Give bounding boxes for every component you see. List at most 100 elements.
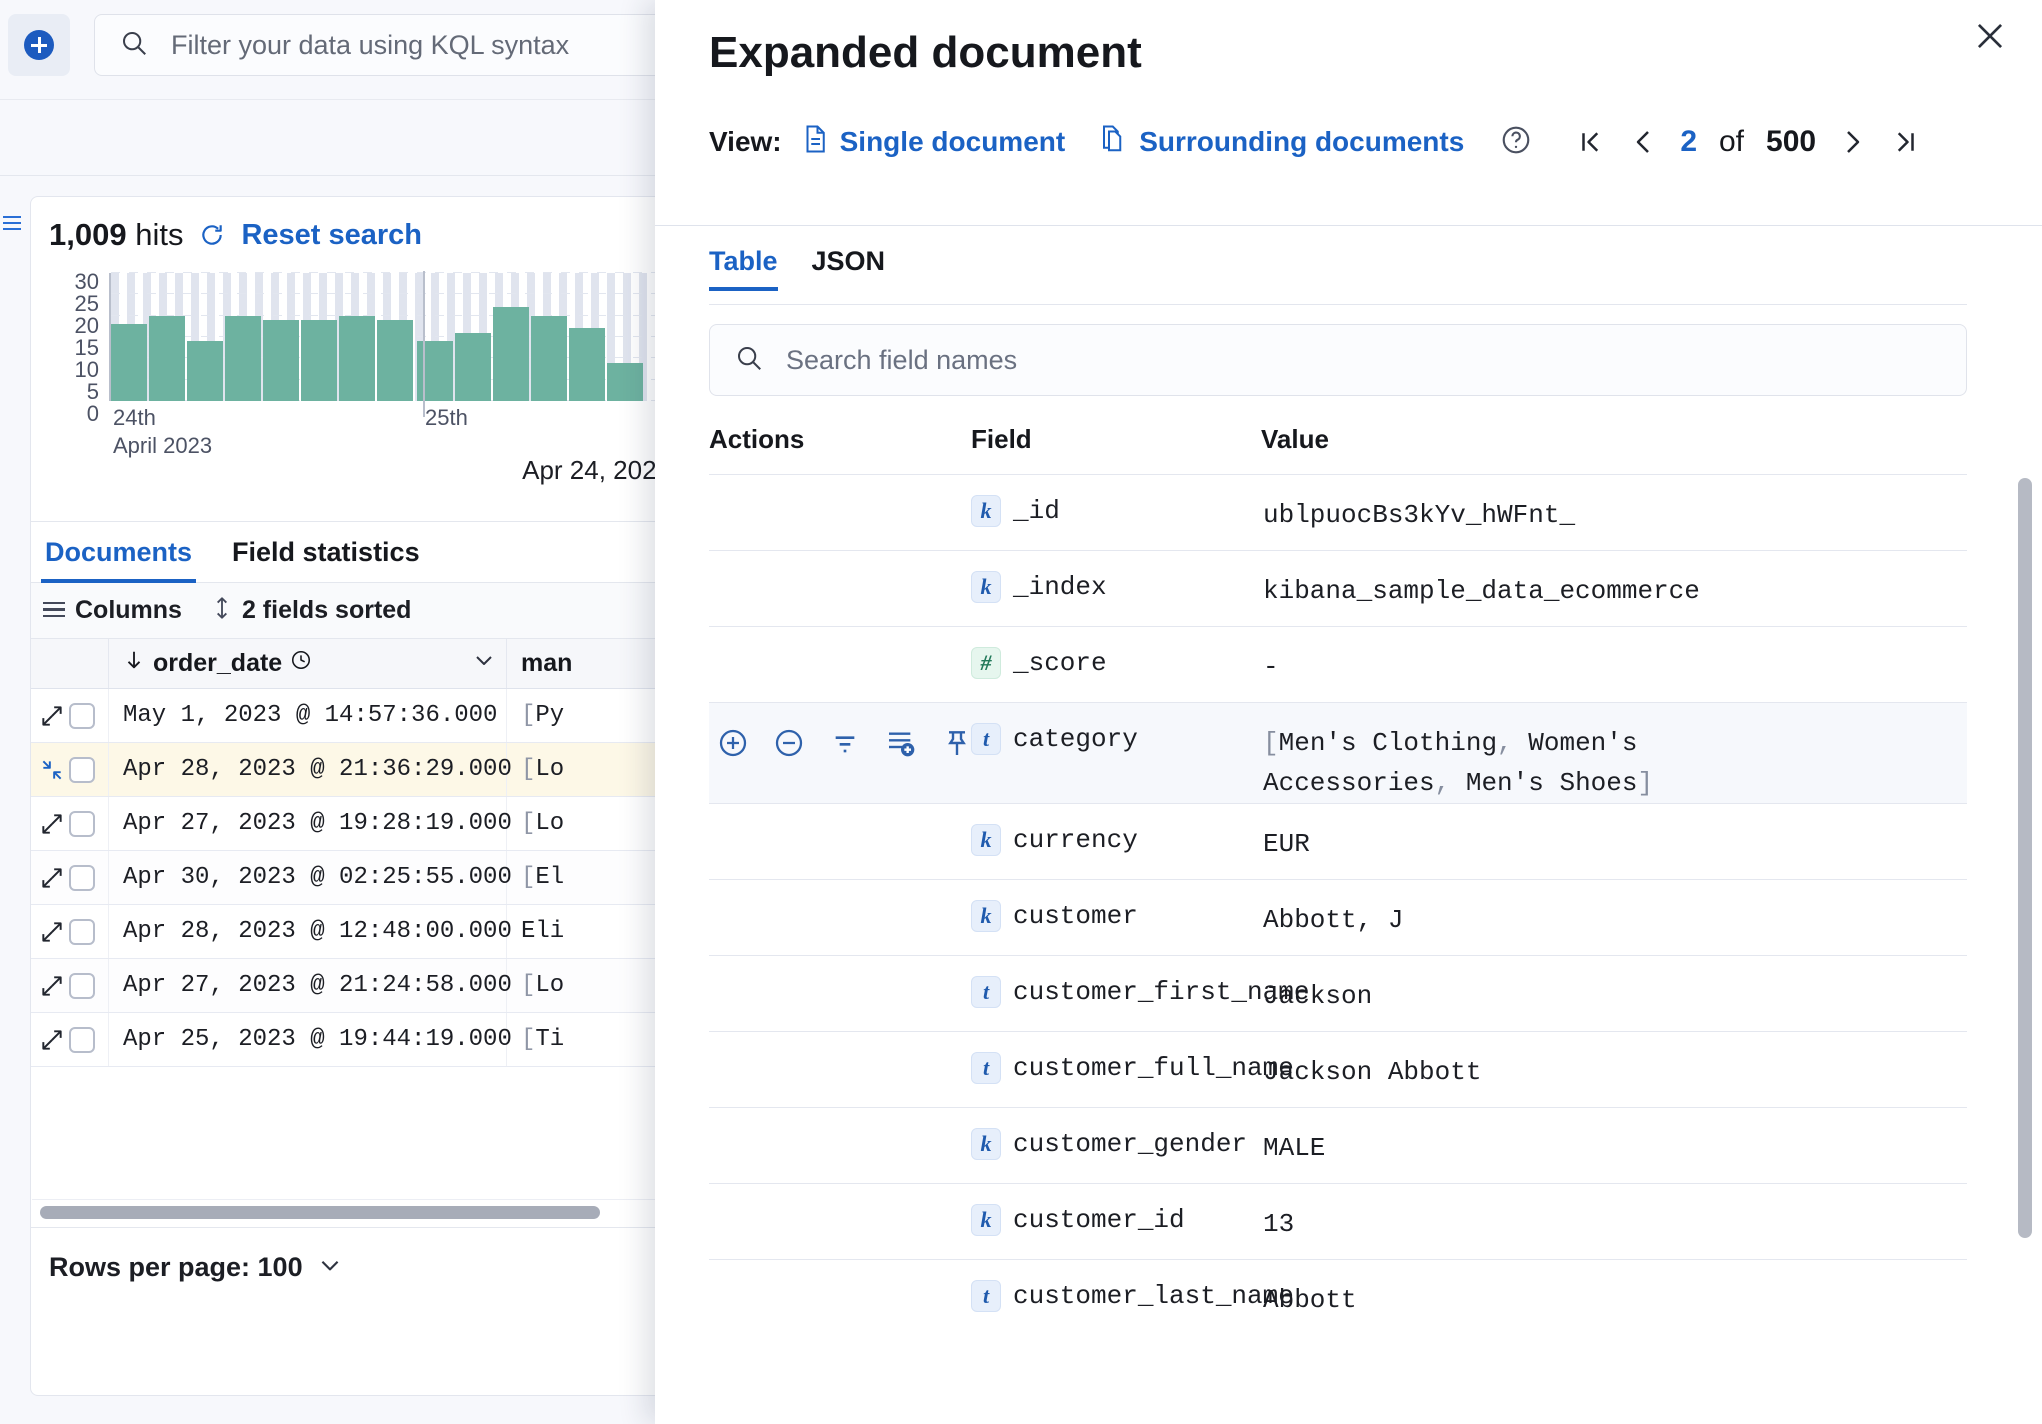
field-name-search-input[interactable]: Search field names [709, 324, 1967, 396]
columns-button[interactable]: Columns [43, 596, 182, 625]
field-row[interactable]: k _id ublpuocBs3kYv_hWFnt_ [709, 474, 1967, 550]
filter-for-field-present-icon[interactable] [829, 727, 861, 759]
tabs-divider [709, 304, 1967, 305]
row-controls [31, 689, 109, 742]
expand-icon[interactable] [39, 703, 65, 729]
field-search-placeholder: Search field names [786, 344, 1018, 375]
expand-icon[interactable] [39, 865, 65, 891]
row-select-checkbox[interactable] [69, 918, 95, 945]
cell-order-date: Apr 30, 2023 @ 02:25:55.000 [109, 851, 512, 904]
table-row[interactable]: Apr 30, 2023 @ 02:25:55.000[El [31, 851, 689, 905]
field-row[interactable]: k currency EUR [709, 803, 1967, 879]
toggle-column-in-table-icon[interactable] [885, 727, 917, 759]
grid-footer: Rows per page: 100 [31, 1227, 689, 1307]
chevron-down-icon[interactable] [472, 648, 496, 679]
field-row[interactable]: t customer_full_name Jackson Abbott [709, 1031, 1967, 1107]
field-value: kibana_sample_data_ecommerce [1263, 576, 1700, 606]
secondary-toolbar [0, 100, 700, 176]
field-row[interactable]: k customer Abbott, J [709, 879, 1967, 955]
field-row[interactable]: t customer_last_name Abbott [709, 1259, 1967, 1335]
row-select-checkbox[interactable] [69, 810, 95, 837]
kql-search-input[interactable]: Filter your data using KQL syntax [94, 14, 700, 76]
expand-icon[interactable] [39, 811, 65, 837]
view-surrounding-documents-link[interactable]: Surrounding documents [1101, 124, 1464, 161]
tab-table[interactable]: Table [709, 246, 778, 291]
x-tick-label: 25th [425, 405, 468, 430]
filter-out-value-icon[interactable] [773, 727, 805, 759]
table-row[interactable]: Apr 27, 2023 @ 19:28:19.000[Lo [31, 797, 689, 851]
sort-fields-button[interactable]: 2 fields sorted [212, 595, 412, 626]
grid-scrollbar-thumb[interactable] [40, 1206, 600, 1219]
discover-tabs: Documents Field statistics [31, 521, 689, 583]
histogram-plot-area [109, 271, 669, 417]
expand-icon[interactable] [39, 973, 65, 999]
rows-per-page-button[interactable]: Rows per page: 100 [49, 1252, 303, 1283]
field-row[interactable]: # _score - [709, 626, 1967, 702]
tab-field-statistics[interactable]: Field statistics [228, 521, 424, 583]
flyout-body: Table JSON Search field names Actions Fi… [655, 226, 2042, 1424]
collapse-icon[interactable] [39, 757, 65, 783]
field-row[interactable]: t category [Men's Clothing, Women's Access… [709, 702, 1967, 803]
row-select-checkbox[interactable] [69, 972, 95, 999]
field-row[interactable]: t customer_first_name Jackson [709, 955, 1967, 1031]
pin-field-icon[interactable] [941, 727, 973, 759]
first-page-icon[interactable] [1576, 127, 1606, 157]
add-filter-button[interactable] [8, 14, 70, 76]
field-row[interactable]: k _index kibana_sample_data_ecommerce [709, 550, 1967, 626]
field-name-cell: k _index [971, 571, 1261, 603]
tab-documents[interactable]: Documents [41, 521, 196, 583]
histogram-bar [149, 315, 185, 401]
tab-json[interactable]: JSON [812, 246, 886, 291]
documents-grid: order_date man May 1, 2023 @ 14:57:36.00… [31, 639, 689, 1067]
clock-icon [290, 649, 312, 678]
field-row-actions [709, 723, 971, 763]
table-row[interactable]: Apr 28, 2023 @ 12:48:00.000 Eli [31, 905, 689, 959]
field-row[interactable]: k customer_id 13 [709, 1183, 1967, 1259]
table-row[interactable]: Apr 27, 2023 @ 21:24:58.000[Lo [31, 959, 689, 1013]
sorted-fields-label: 2 fields sorted [241, 596, 412, 624]
last-page-icon[interactable] [1890, 127, 1920, 157]
expand-icon[interactable] [39, 1027, 65, 1053]
table-row[interactable]: Apr 28, 2023 @ 21:36:29.000[Lo [31, 743, 689, 797]
row-select-checkbox[interactable] [69, 864, 95, 891]
grid-header-order-date[interactable]: order_date [109, 639, 507, 688]
table-row[interactable]: Apr 25, 2023 @ 19:44:19.000[Ti [31, 1013, 689, 1067]
document-pager: 2 of 500 [1576, 125, 1920, 159]
y-tick: 25 [74, 291, 99, 316]
histogram-bar [187, 341, 223, 401]
field-value: EUR [1263, 829, 1310, 859]
chevron-left-icon[interactable] [1628, 127, 1658, 157]
chevron-right-icon[interactable] [1838, 127, 1868, 157]
chart-time-range-label: Apr 24, 2023 [522, 455, 671, 485]
field-row-actions [709, 824, 971, 864]
row-select-checkbox[interactable] [69, 1026, 95, 1053]
histogram-day-divider [423, 271, 425, 417]
histogram-bar [531, 315, 567, 401]
row-select-checkbox[interactable] [69, 702, 95, 729]
chevron-down-icon[interactable] [317, 1252, 343, 1283]
question-circle-icon[interactable] [1500, 124, 1532, 161]
field-type-t-icon: t [971, 976, 1001, 1008]
histogram-bar [339, 315, 375, 401]
table-row[interactable]: May 1, 2023 @ 14:57:36.000[Py [31, 689, 689, 743]
y-tick: 20 [74, 313, 99, 338]
expand-icon[interactable] [39, 919, 65, 945]
y-tick: 15 [74, 335, 99, 360]
field-type-k-icon: k [971, 1128, 1001, 1160]
field-row[interactable]: k customer_gender MALE [709, 1107, 1967, 1183]
field-list-icon[interactable] [3, 216, 23, 234]
field-name: currency [1013, 825, 1138, 855]
view-single-document-link[interactable]: Single document [802, 124, 1065, 161]
field-type-t-icon: t [971, 723, 1001, 755]
refresh-icon [199, 222, 225, 248]
filter-for-value-icon[interactable] [717, 727, 749, 759]
close-icon[interactable] [1966, 12, 2014, 60]
document-icon [802, 124, 828, 161]
flyout-vertical-scrollbar[interactable] [2018, 478, 2032, 1238]
reset-search-button[interactable]: Reset search [241, 219, 422, 252]
field-name: _id [1013, 496, 1060, 526]
row-select-checkbox[interactable] [69, 756, 95, 783]
grid-horizontal-scrollbar[interactable] [32, 1199, 689, 1225]
field-name-cell: t category [971, 723, 1261, 755]
field-name: customer_full_name [1013, 1053, 1294, 1083]
